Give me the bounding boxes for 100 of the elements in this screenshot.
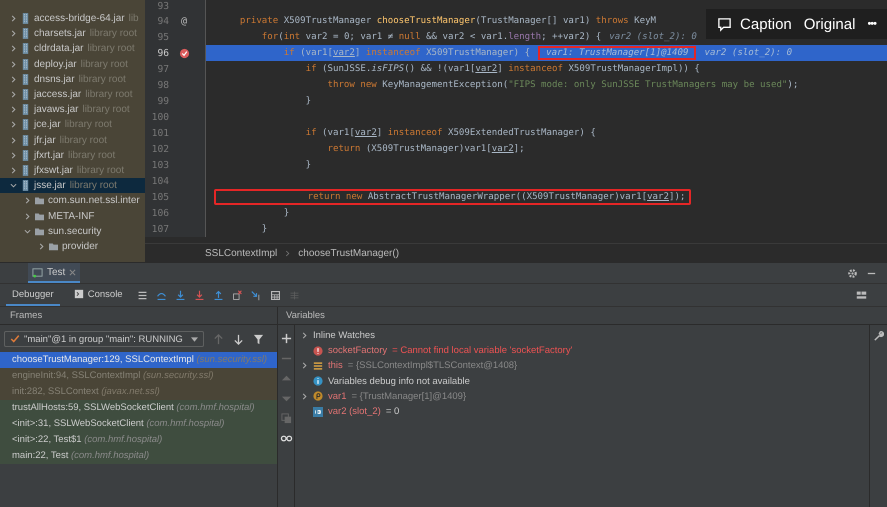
check-icon xyxy=(10,334,20,344)
line-number: 101 xyxy=(150,128,169,138)
line-number: 105 xyxy=(150,192,169,202)
jar-icon xyxy=(21,13,30,24)
jar-icon xyxy=(21,164,30,176)
chevron-icon[interactable] xyxy=(301,392,308,400)
add-icon[interactable] xyxy=(280,333,292,344)
layout-icon[interactable] xyxy=(856,290,867,300)
jar-icon xyxy=(21,150,30,161)
line-number: 107 xyxy=(150,224,169,234)
code-line: } xyxy=(304,95,312,107)
dropdown-caret-icon xyxy=(191,336,198,342)
variable-value: = Cannot find local variable 'socketFactory' xyxy=(392,345,572,356)
debugger-tab[interactable]: Debugger xyxy=(6,284,60,306)
chevron-icon[interactable] xyxy=(301,362,308,370)
list-icon[interactable] xyxy=(136,290,148,300)
code-line: if (var1[var2] instanceof X509ExtendedTrustManager) { xyxy=(304,127,597,139)
override-marker[interactable]: @ xyxy=(180,16,188,26)
filter-icon[interactable] xyxy=(253,334,264,344)
code-line: } xyxy=(282,207,290,219)
folder-icon xyxy=(49,240,58,252)
stack-frame[interactable]: chooseTrustManager:129, SSLContextImpl (sun.security.ssl) xyxy=(0,352,277,368)
variable-value: = {SSLContextImpl$TLSContext@1408} xyxy=(348,360,518,372)
drop-frame-icon[interactable] xyxy=(232,290,243,300)
step-out-icon[interactable] xyxy=(212,290,224,300)
line-number: 103 xyxy=(150,160,169,170)
calculator-icon[interactable] xyxy=(270,290,281,300)
tree-item[interactable]: META-INF xyxy=(0,208,145,224)
code-line: if (var1[var2] instanceof X509TrustManager) { var1: TrustManager[1]@1409 var2 (slot_2): 0 xyxy=(282,47,794,59)
tree-item[interactable]: jsse.jar library root xyxy=(0,178,145,194)
line-number: 100 xyxy=(150,112,169,122)
line-number: 102 xyxy=(150,144,169,154)
breadcrumb[interactable]: SSLContextImpl xyxy=(205,248,278,258)
line-number: 95 xyxy=(156,32,169,42)
jar-icon xyxy=(21,119,30,130)
chevron-icon xyxy=(285,250,290,256)
viewer-button[interactable]: Caption xyxy=(712,14,797,34)
info-icon xyxy=(313,376,323,386)
viewer-button[interactable]: Original xyxy=(798,14,860,34)
variable-value: = {TrustManager[1]@1409} xyxy=(351,390,466,402)
chevron-icon[interactable] xyxy=(301,332,308,340)
code-line: if (SunJSSE.isFIPS() && !(var1[var2] instanceof X509TrustManagerImpl)) { xyxy=(304,63,701,75)
folder-icon xyxy=(35,226,44,237)
run-to-cursor-icon[interactable] xyxy=(250,290,262,300)
fields-icon xyxy=(313,360,323,371)
viewer-button[interactable]: ••• xyxy=(862,16,881,32)
line-number: 104 xyxy=(150,176,169,186)
jar-icon xyxy=(21,58,30,70)
tree-item[interactable]: com.sun.net.ssl.inter xyxy=(0,193,145,208)
wrench-icon[interactable] xyxy=(873,331,884,342)
variable-name[interactable]: socketFactory xyxy=(328,345,388,356)
panel-header: Frames xyxy=(0,307,277,325)
parameter-icon xyxy=(313,391,323,402)
jar-icon xyxy=(21,28,30,40)
variable-name[interactable]: var2 (slot_2) xyxy=(328,406,381,418)
line-number: 96 xyxy=(156,48,169,58)
variable-name[interactable]: this xyxy=(328,360,343,372)
jar-icon xyxy=(21,180,30,192)
primitive-icon xyxy=(313,406,323,417)
console-icon xyxy=(74,289,84,299)
jar-icon xyxy=(21,104,30,116)
code-line: return (X509TrustManager)var1[var2]; xyxy=(326,143,526,155)
stack-frame[interactable]: <init>:31, SSLWebSocketClient (com.hmf.hospital) xyxy=(0,416,277,432)
jar-icon xyxy=(21,74,30,85)
settings-icon[interactable] xyxy=(847,268,858,278)
run-config-icon xyxy=(32,266,43,278)
close-icon[interactable] xyxy=(69,268,76,276)
jar-icon xyxy=(21,89,30,100)
stack-frame[interactable]: <init>:22, Test$1 (com.hmf.hospital) xyxy=(0,432,277,448)
code-line: } xyxy=(304,159,312,171)
stack-frame[interactable]: trustAllHosts:59, SSLWebSocketClient (com.hmf.hospital) xyxy=(0,400,277,416)
line-number: 98 xyxy=(156,80,169,90)
code-line: for(int var2 = 0; var1 ≠ null && var2 < var1.length; ++var2) { var2 (slot_2): 0 xyxy=(260,31,698,43)
variable-value: = 0 xyxy=(386,406,400,418)
variable-name[interactable]: var1 xyxy=(328,390,346,402)
comment-icon xyxy=(717,16,732,32)
code-line: private X509TrustManager chooseTrustManager(TrustManager[] var1) throws KeyM xyxy=(238,15,658,27)
jar-icon xyxy=(21,43,30,54)
thread-dropdown[interactable]: "main"@1 in group "main": RUNNING xyxy=(4,331,204,347)
tree-item[interactable]: sun.security xyxy=(0,224,145,239)
jar-icon xyxy=(21,134,30,146)
line-number: 97 xyxy=(156,64,169,74)
variable-label: Variables debug info not available xyxy=(328,376,470,387)
panel-header: Variables xyxy=(278,307,887,325)
tree-item[interactable]: provider xyxy=(0,238,145,254)
folder-icon xyxy=(35,210,44,222)
code-line: } xyxy=(260,223,268,235)
breakpoint-icon[interactable] xyxy=(178,48,190,58)
error-icon xyxy=(313,346,323,356)
force-step-into-icon[interactable] xyxy=(194,290,205,300)
glasses-icon[interactable] xyxy=(280,433,292,444)
line-number: 94 xyxy=(156,16,169,26)
debugger-tab[interactable]: Console xyxy=(68,284,129,306)
folder-icon xyxy=(35,195,44,206)
line-number: 106 xyxy=(150,208,169,218)
step-into-icon[interactable] xyxy=(174,290,186,300)
breadcrumb[interactable]: chooseTrustManager() xyxy=(298,248,400,258)
down-arrow-icon[interactable] xyxy=(233,334,244,344)
stack-frame[interactable]: main:22, Test (com.hmf.hospital) xyxy=(0,448,277,464)
run-tab[interactable]: Test xyxy=(28,263,80,283)
